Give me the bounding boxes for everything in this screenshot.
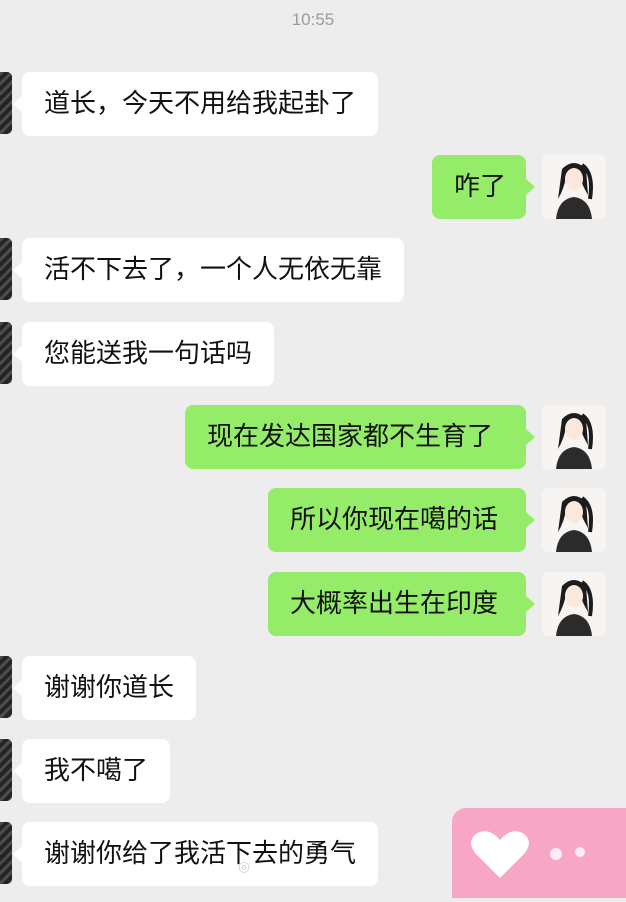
message-bubble-outgoing[interactable]: 所以你现在噶的话: [268, 488, 535, 552]
girl-avatar-icon: [542, 155, 606, 219]
sender-avatar[interactable]: [0, 739, 12, 801]
message-bubble-incoming[interactable]: 活不下去了，一个人无依无靠: [12, 238, 405, 302]
girl-avatar-icon: [542, 488, 606, 552]
sticker-message[interactable]: [452, 808, 626, 898]
message-bubble-incoming[interactable]: 谢谢你给了我活下去的勇气: [12, 822, 379, 886]
message-bubble-incoming[interactable]: 谢谢你道长: [12, 656, 197, 720]
message-bubble-outgoing[interactable]: 现在发达国家都不生育了: [185, 405, 535, 469]
sender-avatar[interactable]: [0, 822, 12, 884]
sender-avatar[interactable]: [0, 238, 12, 300]
heart-icon: [471, 831, 585, 878]
self-avatar[interactable]: [542, 572, 606, 636]
self-avatar[interactable]: [542, 155, 606, 219]
message-bubble-outgoing[interactable]: 大概率出生在印度: [268, 572, 535, 636]
sender-avatar[interactable]: [0, 72, 12, 134]
message-bubble-incoming[interactable]: 您能送我一句话吗: [12, 322, 275, 386]
message-bubble-incoming[interactable]: 我不噶了: [12, 739, 171, 803]
message-bubble-outgoing[interactable]: 咋了: [432, 155, 535, 219]
girl-avatar-icon: [542, 405, 606, 469]
self-avatar[interactable]: [542, 488, 606, 552]
sender-avatar[interactable]: [0, 656, 12, 718]
watermark: ◎: [238, 858, 251, 874]
girl-avatar-icon: [542, 572, 606, 636]
sender-avatar[interactable]: [0, 322, 12, 384]
message-bubble-incoming[interactable]: 道长，今天不用给我起卦了: [12, 72, 379, 136]
timestamp: 10:55: [291, 10, 335, 29]
self-avatar[interactable]: [542, 405, 606, 469]
